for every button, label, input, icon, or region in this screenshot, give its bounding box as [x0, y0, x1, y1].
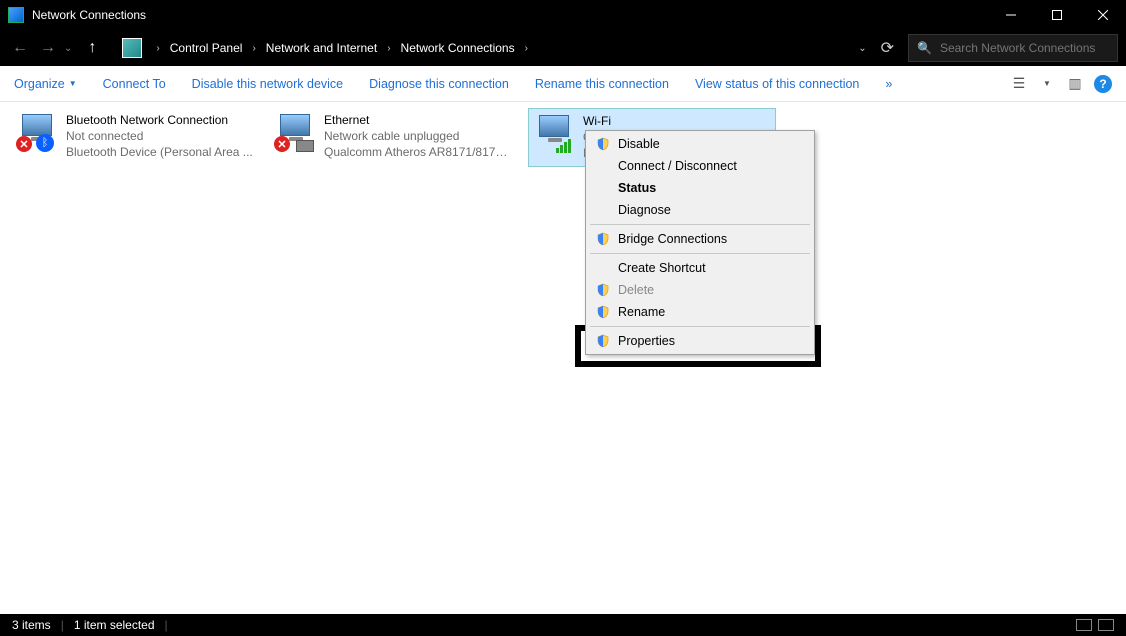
address-dropdown-icon[interactable]: ⌄	[858, 43, 866, 54]
menu-delete: Delete	[588, 279, 812, 301]
breadcrumb-control-panel[interactable]: Control Panel	[166, 39, 247, 57]
window-title: Network Connections	[32, 8, 988, 22]
error-icon: ✕	[274, 136, 290, 152]
shield-icon	[596, 305, 610, 319]
close-button[interactable]	[1080, 0, 1126, 30]
address-bar: ← → ⌄ ↑ › Control Panel › Network and In…	[0, 30, 1126, 66]
menu-status[interactable]: Status	[588, 177, 812, 199]
more-commands-button[interactable]: »	[885, 77, 892, 91]
rename-button[interactable]: Rename this connection	[535, 77, 669, 91]
menu-diagnose[interactable]: Diagnose	[588, 199, 812, 221]
connection-device: Qualcomm Atheros AR8171/8175 ...	[324, 144, 514, 160]
menu-properties[interactable]: Properties	[588, 330, 812, 352]
organize-button[interactable]: Organize▼	[14, 77, 77, 91]
large-icons-view-icon[interactable]	[1098, 619, 1114, 631]
connection-icon	[533, 113, 577, 153]
view-status-button[interactable]: View status of this connection	[695, 77, 859, 91]
breadcrumb-network-internet[interactable]: Network and Internet	[262, 39, 381, 57]
view-options-icon[interactable]: ☰	[1010, 75, 1028, 93]
bluetooth-icon: ᛒ	[36, 134, 54, 152]
connection-status: Not connected	[66, 128, 253, 144]
title-bar: Network Connections	[0, 0, 1126, 30]
connection-ethernet[interactable]: ✕ Ethernet Network cable unplugged Qualc…	[270, 108, 518, 165]
window-controls	[988, 0, 1126, 30]
app-icon	[8, 7, 24, 23]
connection-bluetooth[interactable]: ✕ ᛒ Bluetooth Network Connection Not con…	[12, 108, 260, 165]
menu-rename[interactable]: Rename	[588, 301, 812, 323]
status-bar: 3 items | 1 item selected |	[0, 614, 1126, 636]
search-input[interactable]	[940, 41, 1109, 55]
connection-name: Ethernet	[324, 112, 514, 128]
menu-disable[interactable]: Disable	[588, 133, 812, 155]
ethernet-icon	[296, 140, 314, 152]
connection-name: Wi-Fi	[583, 113, 762, 129]
chevron-down-icon[interactable]: ▼	[1038, 75, 1056, 93]
chevron-down-icon: ▼	[69, 79, 77, 88]
menu-connect-disconnect[interactable]: Connect / Disconnect	[588, 155, 812, 177]
search-icon: 🔍	[917, 41, 932, 55]
minimize-button[interactable]	[988, 0, 1034, 30]
chevron-right-icon: ›	[521, 43, 532, 54]
up-button[interactable]: ↑	[80, 36, 104, 60]
refresh-icon[interactable]: ⟳	[881, 38, 894, 58]
disable-device-button[interactable]: Disable this network device	[192, 77, 343, 91]
chevron-right-icon: ›	[383, 43, 394, 54]
chevron-right-icon: ›	[248, 43, 259, 54]
shield-icon	[596, 232, 610, 246]
separator: |	[61, 618, 64, 632]
item-count: 3 items	[12, 618, 51, 632]
selection-count: 1 item selected	[74, 618, 155, 632]
content-area: ✕ ᛒ Bluetooth Network Connection Not con…	[0, 102, 1126, 614]
connection-name: Bluetooth Network Connection	[66, 112, 253, 128]
chevron-right-icon: ›	[152, 43, 163, 54]
error-icon: ✕	[16, 136, 32, 152]
search-box[interactable]: 🔍	[908, 34, 1118, 62]
details-view-icon[interactable]	[1076, 619, 1092, 631]
forward-button[interactable]: →	[36, 36, 60, 60]
menu-separator	[590, 253, 810, 254]
connection-status: Network cable unplugged	[324, 128, 514, 144]
breadcrumb: › Control Panel › Network and Internet ›…	[152, 39, 854, 57]
wifi-signal-icon	[556, 139, 571, 153]
connect-to-button[interactable]: Connect To	[103, 77, 166, 91]
separator: |	[165, 618, 168, 632]
location-icon	[122, 38, 142, 58]
shield-icon	[596, 283, 610, 297]
shield-icon	[596, 137, 610, 151]
history-dropdown[interactable]: ⌄	[64, 43, 72, 54]
menu-separator	[590, 224, 810, 225]
menu-create-shortcut[interactable]: Create Shortcut	[588, 257, 812, 279]
breadcrumb-network-connections[interactable]: Network Connections	[397, 39, 519, 57]
command-toolbar: Organize▼ Connect To Disable this networ…	[0, 66, 1126, 102]
menu-bridge[interactable]: Bridge Connections	[588, 228, 812, 250]
connection-icon: ✕ ᛒ	[16, 112, 60, 152]
connection-device: Bluetooth Device (Personal Area ...	[66, 144, 253, 160]
help-icon[interactable]: ?	[1094, 75, 1112, 93]
menu-separator	[590, 326, 810, 327]
diagnose-button[interactable]: Diagnose this connection	[369, 77, 509, 91]
back-button[interactable]: ←	[8, 36, 32, 60]
shield-icon	[596, 334, 610, 348]
maximize-button[interactable]	[1034, 0, 1080, 30]
connection-icon: ✕	[274, 112, 318, 152]
context-menu: Disable Connect / Disconnect Status Diag…	[585, 130, 815, 355]
preview-pane-icon[interactable]: ▥	[1066, 75, 1084, 93]
